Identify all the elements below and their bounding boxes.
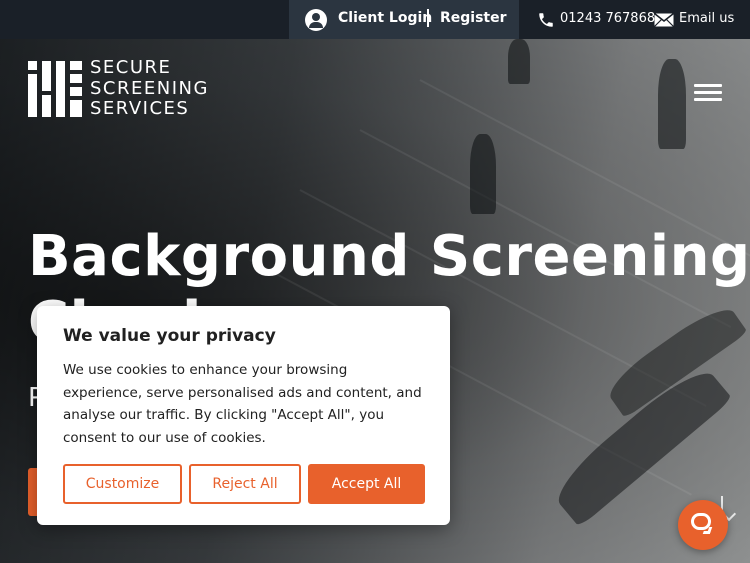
logo-icon[interactable] xyxy=(28,61,82,117)
mail-icon[interactable] xyxy=(654,13,674,27)
logo-line: SCREENING xyxy=(90,77,209,99)
person-silhouette xyxy=(470,134,496,214)
divider xyxy=(427,9,429,27)
logo-line: SERVICES xyxy=(90,98,190,119)
cookie-consent-dialog: We value your privacy We use cookies to … xyxy=(37,306,450,525)
top-bar: Client Login Register 01243 767868 Email… xyxy=(0,0,750,39)
customize-button[interactable]: Customize xyxy=(63,464,182,504)
person-silhouette xyxy=(658,59,686,149)
cookie-title: We value your privacy xyxy=(63,326,276,346)
email-us-link[interactable]: Email us xyxy=(679,11,734,26)
phone-number-link[interactable]: 01243 767868 xyxy=(560,11,655,26)
register-link[interactable]: Register xyxy=(440,10,507,26)
reject-all-button[interactable]: Reject All xyxy=(189,464,301,504)
person-silhouette xyxy=(508,39,530,84)
chat-bubble-tail xyxy=(702,527,713,534)
logo-text[interactable]: SECURE SCREENING SERVICES xyxy=(90,57,209,120)
hamburger-menu-icon[interactable] xyxy=(694,84,722,102)
headline-line: Background Screening xyxy=(28,224,750,289)
logo-line: SECURE xyxy=(90,57,172,78)
client-login-link[interactable]: Client Login xyxy=(338,10,432,26)
cookie-body-text: We use cookies to enhance your browsing … xyxy=(63,362,422,446)
client-login-box: Client Login Register xyxy=(289,0,519,39)
accept-all-button[interactable]: Accept All xyxy=(308,464,425,504)
chat-button[interactable] xyxy=(678,500,728,550)
phone-icon[interactable] xyxy=(537,11,555,29)
user-icon[interactable] xyxy=(305,9,327,31)
